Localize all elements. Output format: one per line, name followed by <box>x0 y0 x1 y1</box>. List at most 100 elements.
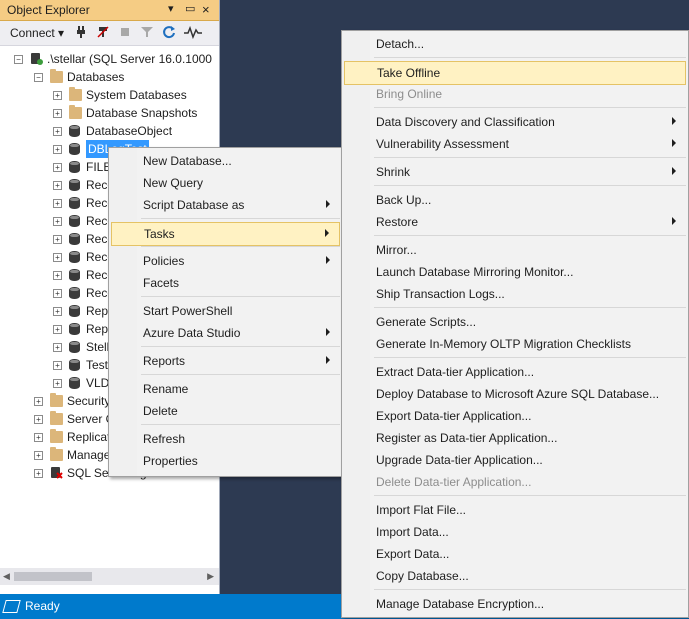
menu-item-data-discovery-and-classification[interactable]: Data Discovery and Classification <box>344 111 686 133</box>
menu-item-properties[interactable]: Properties <box>111 450 340 472</box>
tree-node-label: Database Snapshots <box>86 106 198 120</box>
menu-item-import-flat-file[interactable]: Import Flat File... <box>344 499 686 521</box>
expand-icon[interactable]: + <box>34 433 43 442</box>
menu-item-label: Extract Data-tier Application... <box>376 365 535 379</box>
expand-icon[interactable]: + <box>53 235 62 244</box>
filter-icon[interactable] <box>140 25 154 39</box>
connect-plug-icon[interactable] <box>74 25 88 39</box>
menu-separator <box>374 157 686 158</box>
menu-item-bring-online: Bring Online <box>344 83 686 105</box>
menu-item-launch-database-mirroring-monitor[interactable]: Launch Database Mirroring Monitor... <box>344 261 686 283</box>
expand-icon[interactable]: + <box>53 199 62 208</box>
menu-item-export-data-tier-application[interactable]: Export Data-tier Application... <box>344 405 686 427</box>
menu-item-manage-database-encryption[interactable]: Manage Database Encryption... <box>344 593 686 615</box>
object-explorer-toolbar: Connect ▾ <box>0 21 219 46</box>
expand-icon[interactable]: + <box>53 271 62 280</box>
submenu-arrow-icon <box>326 328 330 336</box>
expand-icon[interactable]: + <box>53 325 62 334</box>
menu-item-extract-data-tier-application[interactable]: Extract Data-tier Application... <box>344 361 686 383</box>
menu-item-vulnerability-assessment[interactable]: Vulnerability Assessment <box>344 133 686 155</box>
tree-node[interactable]: + System Databases <box>0 86 219 104</box>
tree-node[interactable]: − Databases <box>0 68 219 86</box>
expand-icon[interactable]: + <box>34 415 43 424</box>
menu-item-deploy-database-to-microsoft-azure-sql-database[interactable]: Deploy Database to Microsoft Azure SQL D… <box>344 383 686 405</box>
expand-icon[interactable]: + <box>53 181 62 190</box>
expand-icon[interactable]: + <box>34 397 43 406</box>
menu-item-delete[interactable]: Delete <box>111 400 340 422</box>
expand-icon[interactable]: + <box>53 163 62 172</box>
horizontal-scrollbar[interactable]: ◀ ▶ <box>0 568 219 585</box>
expand-icon[interactable]: + <box>34 469 43 478</box>
expand-icon[interactable]: + <box>53 127 62 136</box>
menu-item-start-powershell[interactable]: Start PowerShell <box>111 300 340 322</box>
menu-item-reports[interactable]: Reports <box>111 350 340 372</box>
database-icon <box>69 161 80 173</box>
menu-item-label: Bring Online <box>376 87 443 101</box>
menu-item-detach[interactable]: Detach... <box>344 33 686 55</box>
database-icon <box>69 341 80 353</box>
expand-icon[interactable]: + <box>34 451 43 460</box>
menu-item-take-offline[interactable]: Take Offline <box>344 61 686 85</box>
expand-icon[interactable]: + <box>53 289 62 298</box>
dropdown-icon[interactable]: ▾ <box>168 3 174 16</box>
scroll-left-icon[interactable]: ◀ <box>3 571 10 582</box>
menu-item-import-data[interactable]: Import Data... <box>344 521 686 543</box>
menu-item-rename[interactable]: Rename <box>111 378 340 400</box>
tree-node[interactable]: + DatabaseObject <box>0 122 219 140</box>
expand-icon[interactable]: + <box>53 361 62 370</box>
expand-icon[interactable]: + <box>53 145 62 154</box>
menu-item-generate-in-memory-oltp-migration-checklists[interactable]: Generate In-Memory OLTP Migration Checkl… <box>344 333 686 355</box>
tree-node[interactable]: − .\stellar (SQL Server 16.0.1000 <box>0 50 219 68</box>
collapse-icon[interactable]: − <box>34 73 43 82</box>
menu-item-label: Manage Database Encryption... <box>376 597 545 611</box>
menu-item-policies[interactable]: Policies <box>111 250 340 272</box>
menu-item-mirror[interactable]: Mirror... <box>344 239 686 261</box>
menu-item-label: Ship Transaction Logs... <box>376 287 505 301</box>
expand-icon[interactable]: + <box>53 91 62 100</box>
menu-item-generate-scripts[interactable]: Generate Scripts... <box>344 311 686 333</box>
expand-icon[interactable]: + <box>53 379 62 388</box>
menu-item-register-as-data-tier-application[interactable]: Register as Data-tier Application... <box>344 427 686 449</box>
menu-item-shrink[interactable]: Shrink <box>344 161 686 183</box>
menu-item-label: Vulnerability Assessment <box>376 137 509 151</box>
pin-icon[interactable]: ▭ <box>185 3 195 16</box>
menu-item-azure-data-studio[interactable]: Azure Data Studio <box>111 322 340 344</box>
collapse-icon[interactable]: − <box>14 55 23 64</box>
expand-icon[interactable]: + <box>53 217 62 226</box>
tree-node[interactable]: + Database Snapshots <box>0 104 219 122</box>
tree-node-label: System Databases <box>86 88 187 102</box>
expand-icon[interactable]: + <box>53 253 62 262</box>
menu-item-restore[interactable]: Restore <box>344 211 686 233</box>
folder-icon <box>50 69 63 83</box>
scrollbar-thumb[interactable] <box>14 572 92 581</box>
menu-item-refresh[interactable]: Refresh <box>111 428 340 450</box>
close-icon[interactable]: × <box>202 3 210 16</box>
database-icon <box>69 179 80 191</box>
expand-icon[interactable]: + <box>53 343 62 352</box>
menu-item-label: Mirror... <box>376 243 417 257</box>
menu-item-new-database[interactable]: New Database... <box>111 150 340 172</box>
database-icon <box>69 269 80 281</box>
menu-item-new-query[interactable]: New Query <box>111 172 340 194</box>
menu-item-copy-database[interactable]: Copy Database... <box>344 565 686 587</box>
expand-icon[interactable]: + <box>53 109 62 118</box>
disconnect-icon[interactable] <box>96 25 110 39</box>
activity-monitor-icon[interactable] <box>184 25 202 40</box>
menu-item-export-data[interactable]: Export Data... <box>344 543 686 565</box>
menu-item-ship-transaction-logs[interactable]: Ship Transaction Logs... <box>344 283 686 305</box>
submenu-arrow-icon <box>672 117 676 125</box>
menu-item-facets[interactable]: Facets <box>111 272 340 294</box>
tree-node-label: Databases <box>67 70 125 84</box>
database-icon <box>69 323 80 335</box>
scroll-right-icon[interactable]: ▶ <box>207 571 214 582</box>
connect-button[interactable]: Connect ▾ <box>10 26 64 40</box>
stop-icon[interactable] <box>118 25 132 39</box>
menu-item-label: Generate Scripts... <box>376 315 477 329</box>
menu-item-back-up[interactable]: Back Up... <box>344 189 686 211</box>
menu-item-tasks[interactable]: Tasks <box>111 222 340 246</box>
database-icon <box>69 215 80 227</box>
refresh-icon[interactable] <box>162 25 176 39</box>
menu-item-script-database-as[interactable]: Script Database as <box>111 194 340 216</box>
expand-icon[interactable]: + <box>53 307 62 316</box>
menu-item-upgrade-data-tier-application[interactable]: Upgrade Data-tier Application... <box>344 449 686 471</box>
